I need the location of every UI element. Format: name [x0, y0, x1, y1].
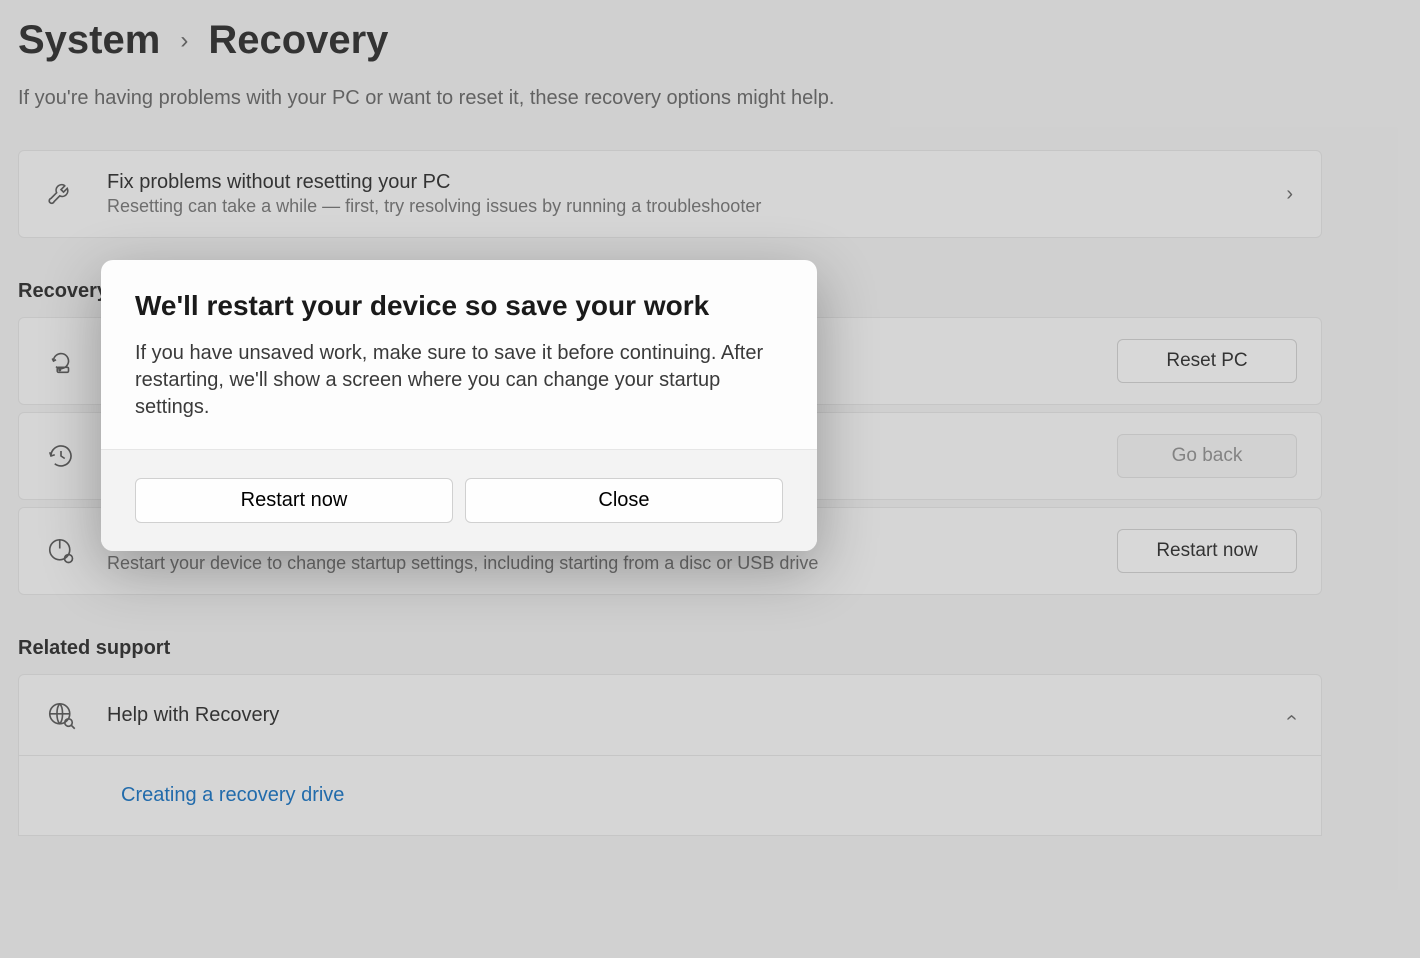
dialog-restart-button[interactable]: Restart now — [135, 478, 453, 523]
dialog-title: We'll restart your device so save your w… — [135, 290, 783, 322]
dialog-close-button[interactable]: Close — [465, 478, 783, 523]
dialog-body: We'll restart your device so save your w… — [101, 260, 817, 449]
dialog-text: If you have unsaved work, make sure to s… — [135, 340, 783, 421]
dialog-footer: Restart now Close — [101, 449, 817, 551]
restart-dialog: We'll restart your device so save your w… — [101, 260, 817, 551]
